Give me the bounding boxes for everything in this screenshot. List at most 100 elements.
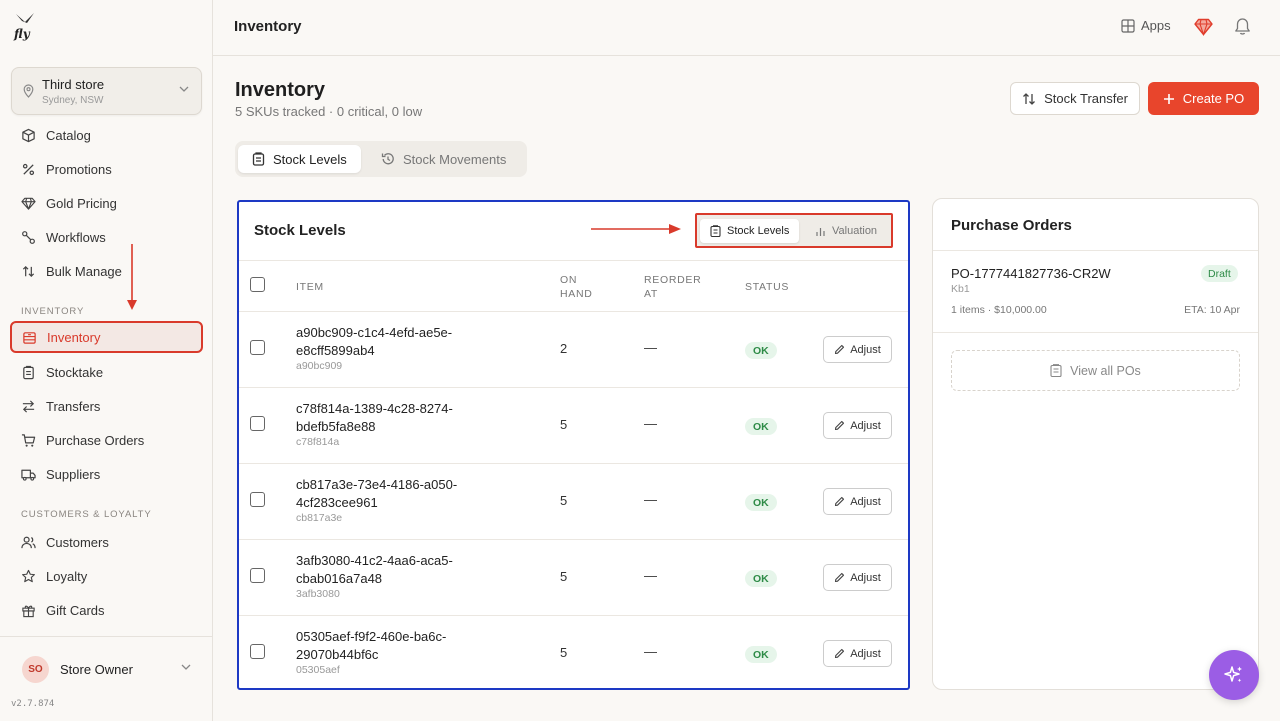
item-name-line2: e8cff5899ab4 bbox=[296, 343, 375, 358]
purchase-orders-card: Purchase Orders PO-1777441827736-CR2W Dr… bbox=[932, 198, 1259, 690]
row-checkbox[interactable] bbox=[250, 644, 265, 659]
history-icon bbox=[381, 153, 394, 165]
page-title: Inventory bbox=[235, 79, 326, 101]
sparkle-icon bbox=[1224, 666, 1242, 683]
sidebar-item-label: Gift Cards bbox=[46, 602, 105, 618]
item-name-line2: cbab016a7a48 bbox=[296, 571, 383, 586]
status-badge: OK bbox=[745, 342, 777, 359]
on-hand-value: 5 bbox=[560, 569, 568, 584]
column-header-status: STATUS bbox=[745, 281, 790, 293]
pencil-icon bbox=[835, 344, 845, 355]
sidebar-item-gold-pricing[interactable]: Gold Pricing bbox=[11, 187, 202, 219]
item-name-line2: bdefb5fa8e88 bbox=[296, 419, 376, 434]
sidebar-item-purchase-orders[interactable]: Purchase Orders bbox=[11, 424, 202, 456]
po-supplier: Kb1 bbox=[951, 283, 970, 295]
adjust-label: Adjust bbox=[850, 419, 881, 432]
stock-transfer-button[interactable]: Stock Transfer bbox=[1010, 82, 1140, 115]
tab-stock-movements[interactable]: Stock Movements bbox=[367, 145, 520, 173]
app-version: v2.7.874 bbox=[11, 699, 55, 709]
table-row: 3afb3080-41c2-4aa6-aca5- cbab016a7a48 3af… bbox=[239, 540, 908, 616]
toggle-stock-levels[interactable]: Stock Levels bbox=[700, 219, 800, 243]
sidebar-item-transfers[interactable]: Transfers bbox=[11, 390, 202, 422]
sidebar-item-suppliers[interactable]: Suppliers bbox=[11, 458, 202, 490]
stock-levels-card: Stock Levels Stock Levels Valuation ITEM… bbox=[237, 200, 910, 690]
apps-label: Apps bbox=[1141, 18, 1171, 33]
item-name-line1: 05305aef-f9f2-460e-ba6c- bbox=[296, 629, 447, 644]
adjust-label: Adjust bbox=[850, 343, 881, 356]
box-icon bbox=[22, 128, 35, 142]
column-header-item: ITEM bbox=[296, 281, 324, 293]
sidebar-item-label: Suppliers bbox=[46, 466, 101, 482]
sidebar-item-promotions[interactable]: Promotions bbox=[11, 153, 202, 185]
sidebar-item-workflows[interactable]: Workflows bbox=[11, 221, 202, 253]
adjust-label: Adjust bbox=[850, 571, 881, 584]
create-po-button[interactable]: Create PO bbox=[1148, 82, 1259, 115]
inventory-icon bbox=[23, 331, 36, 344]
top-bar: Inventory Apps bbox=[213, 0, 1280, 56]
sidebar-item-label: Workflows bbox=[46, 229, 106, 245]
column-header-reorder-line1: REORDER bbox=[644, 274, 702, 286]
gift-icon bbox=[22, 605, 35, 617]
sidebar-item-label: Purchase Orders bbox=[46, 432, 145, 448]
row-checkbox[interactable] bbox=[250, 568, 265, 583]
item-name-line2: 4cf283cee961 bbox=[296, 495, 378, 510]
adjust-button[interactable]: Adjust bbox=[823, 336, 892, 363]
status-badge: OK bbox=[745, 494, 777, 511]
po-eta: ETA: 10 Apr bbox=[1184, 304, 1240, 316]
view-all-pos-button[interactable]: View all POs bbox=[951, 350, 1240, 391]
pencil-icon bbox=[835, 420, 845, 431]
item-name-line1: 3afb3080-41c2-4aa6-aca5- bbox=[296, 553, 453, 568]
sidebar-item-label: Inventory bbox=[47, 329, 101, 345]
sidebar-item-stocktake[interactable]: Stocktake bbox=[11, 356, 202, 388]
sidebar-item-label: Gold Pricing bbox=[46, 195, 117, 211]
adjust-button[interactable]: Adjust bbox=[823, 488, 892, 515]
item-name-line1: a90bc909-c1c4-4efd-ae5e- bbox=[296, 325, 453, 340]
percent-icon bbox=[22, 163, 35, 175]
sidebar-item-gift-cards[interactable]: Gift Cards bbox=[11, 594, 202, 626]
clipboard-icon bbox=[23, 365, 34, 379]
sidebar-item-catalog[interactable]: Catalog bbox=[11, 119, 202, 151]
gem-icon[interactable] bbox=[1194, 18, 1213, 36]
sidebar-item-bulk-manage[interactable]: Bulk Manage bbox=[11, 255, 202, 287]
adjust-label: Adjust bbox=[850, 495, 881, 508]
adjust-button[interactable]: Adjust bbox=[823, 564, 892, 591]
item-name-line1: c78f814a-1389-4c28-8274- bbox=[296, 401, 453, 416]
stock-transfer-label: Stock Transfer bbox=[1044, 91, 1128, 106]
reorder-value: — bbox=[644, 416, 657, 431]
sidebar-item-label: Catalog bbox=[46, 127, 91, 143]
sidebar-item-inventory[interactable]: Inventory bbox=[10, 321, 203, 353]
sidebar-item-label: Stocktake bbox=[46, 364, 104, 380]
sidebar-item-label: Promotions bbox=[46, 161, 112, 177]
clipboard-icon bbox=[252, 152, 265, 166]
adjust-button[interactable]: Adjust bbox=[823, 412, 892, 439]
swap-vertical-icon bbox=[1023, 92, 1036, 105]
store-selector[interactable]: Third store Sydney, NSW bbox=[11, 67, 202, 115]
toggle-label: Stock Levels bbox=[727, 225, 790, 237]
row-checkbox[interactable] bbox=[250, 340, 265, 355]
toggle-valuation[interactable]: Valuation bbox=[805, 219, 887, 243]
row-checkbox[interactable] bbox=[250, 416, 265, 431]
adjust-button[interactable]: Adjust bbox=[823, 640, 892, 667]
pencil-icon bbox=[835, 648, 845, 659]
sidebar-item-label: Loyalty bbox=[46, 568, 88, 584]
sidebar-item-loyalty[interactable]: Loyalty bbox=[11, 560, 202, 592]
apps-button[interactable]: Apps bbox=[1121, 18, 1171, 33]
card-title: Purchase Orders bbox=[951, 217, 1072, 234]
sort-icon bbox=[22, 265, 35, 277]
row-checkbox[interactable] bbox=[250, 492, 265, 507]
star-icon bbox=[22, 569, 35, 582]
clipboard-icon bbox=[710, 225, 721, 237]
user-menu[interactable]: SO Store Owner bbox=[0, 636, 213, 700]
item-name: 3afb3080-41c2-4aa6-aca5- cbab016a7a48 bbox=[296, 552, 496, 588]
table-row: a90bc909-c1c4-4efd-ae5e-e8cff5899ab4 a90… bbox=[239, 312, 908, 388]
sidebar-item-label: Bulk Manage bbox=[46, 263, 122, 279]
tab-stock-levels[interactable]: Stock Levels bbox=[238, 145, 361, 173]
bell-icon[interactable] bbox=[1234, 17, 1251, 36]
sidebar-item-customers[interactable]: Customers bbox=[11, 526, 202, 558]
item-name-line2: 29070b44bf6c bbox=[296, 647, 379, 662]
sidebar-item-label: Customers bbox=[46, 534, 109, 550]
ai-assistant-button[interactable] bbox=[1209, 650, 1259, 700]
select-all-checkbox[interactable] bbox=[250, 277, 265, 292]
on-hand-value: 5 bbox=[560, 645, 568, 660]
item-name: a90bc909-c1c4-4efd-ae5e-e8cff5899ab4 bbox=[296, 324, 496, 360]
